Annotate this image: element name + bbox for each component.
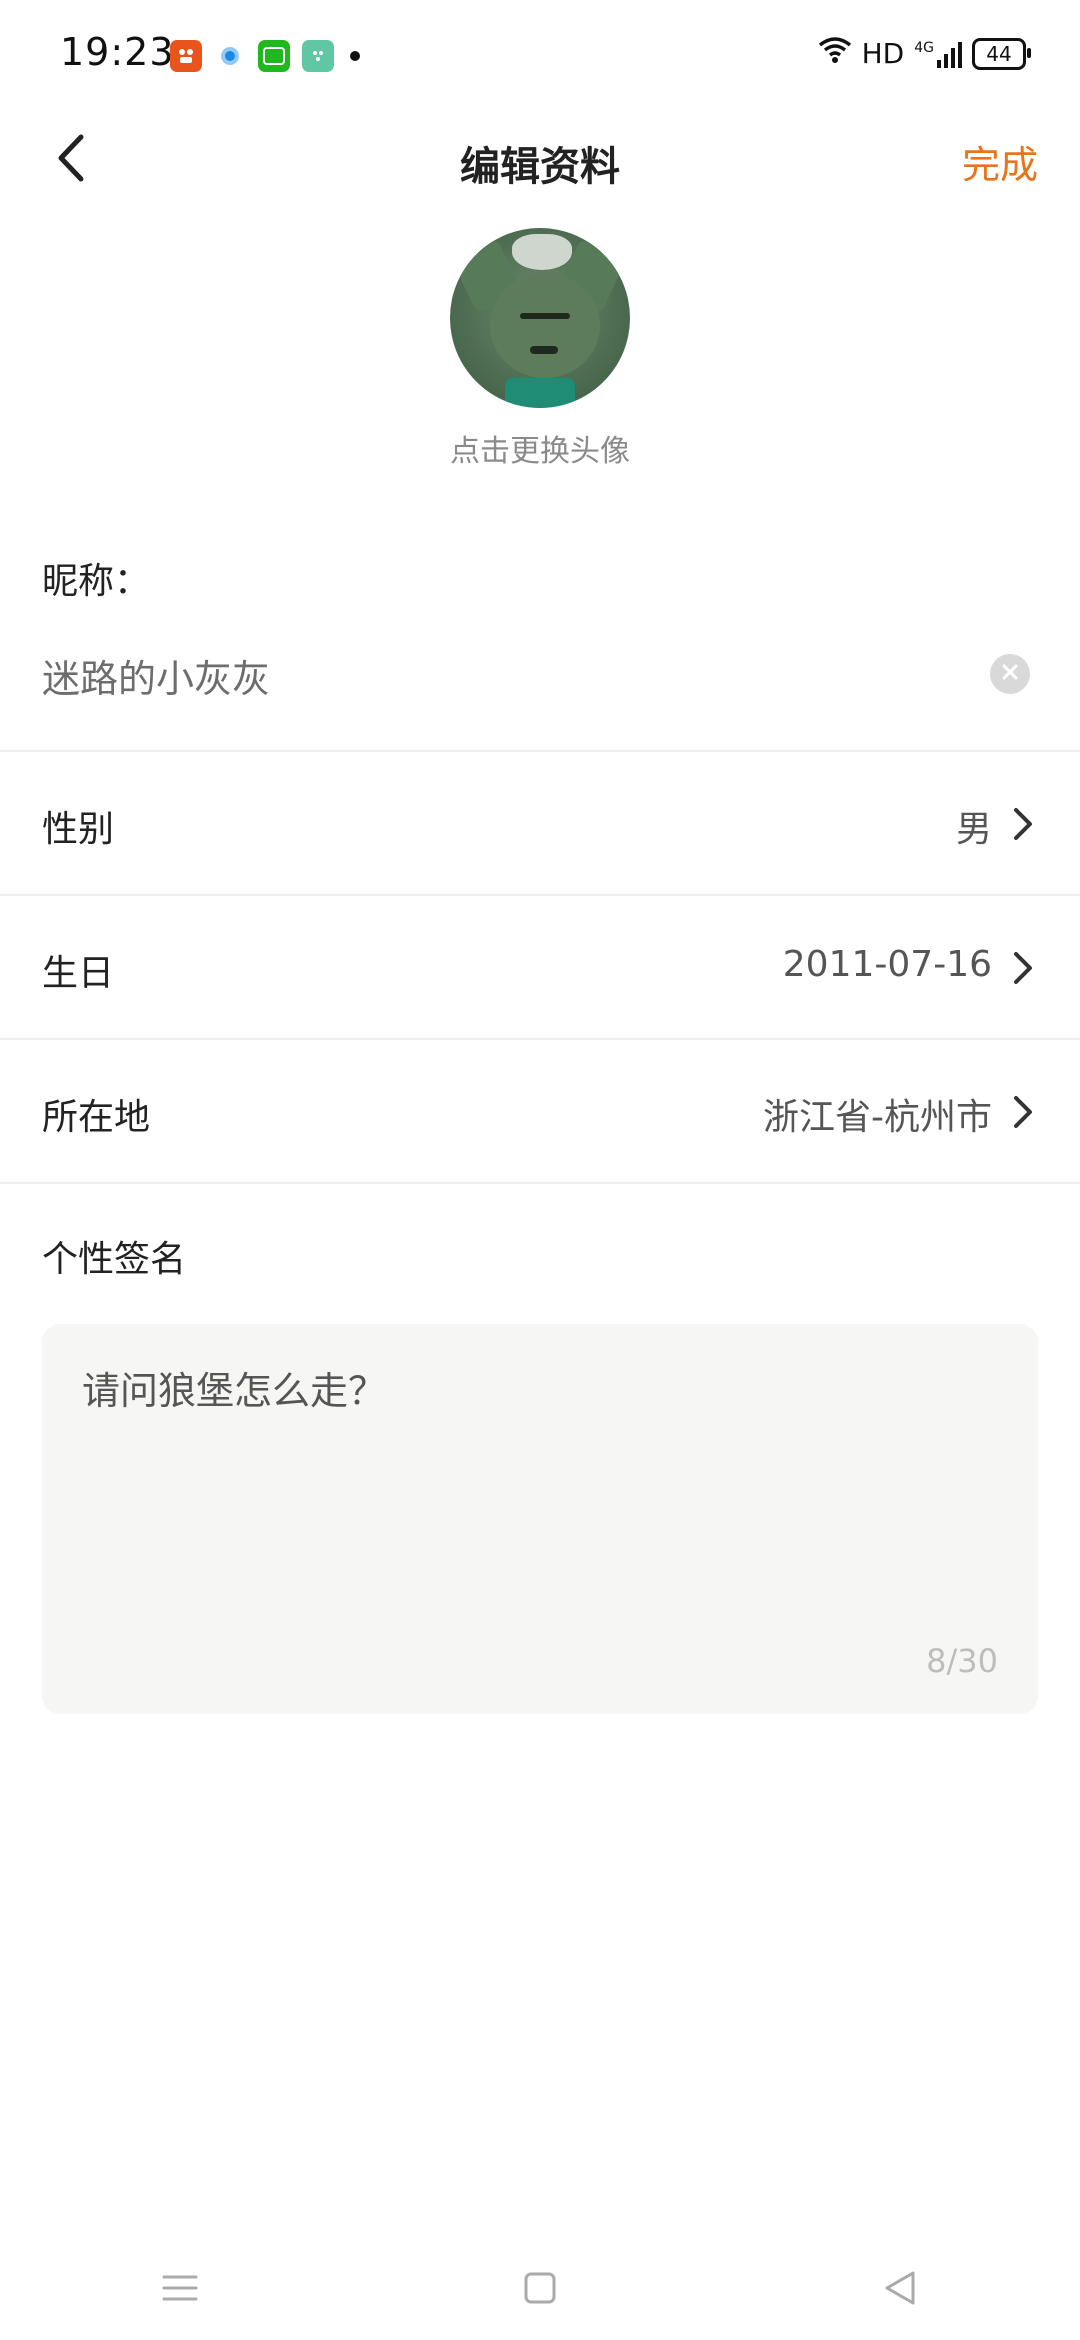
page-title: 编辑资料 [460, 144, 620, 190]
signature-char-count: 8/30 [926, 1642, 998, 1680]
gender-value: 男 [955, 809, 992, 850]
location-value: 浙江省-杭州市 [763, 1097, 992, 1138]
menu-button[interactable] [120, 2250, 240, 2330]
clear-icon [1000, 659, 1020, 689]
clear-nickname-button[interactable] [990, 654, 1030, 694]
system-nav-bar [0, 2240, 1080, 2340]
hd-label: HD [861, 37, 905, 70]
app-icon-iqiyi [258, 40, 290, 72]
location-row[interactable]: 所在地 浙江省-杭州市 [0, 1040, 1080, 1184]
change-avatar-hint[interactable]: 点击更换头像 [0, 426, 1080, 470]
status-indicators: HD 4G 44 [818, 36, 1031, 71]
avatar[interactable] [450, 228, 630, 408]
nickname-label: 昵称： [42, 561, 151, 602]
nickname-input[interactable]: 迷路的小灰灰 [42, 648, 270, 703]
chevron-right-icon [1008, 948, 1038, 988]
signature-text: 请问狼堡怎么走？ [82, 1369, 387, 1413]
app-icon-red [170, 40, 202, 72]
more-notifications-dot [350, 51, 360, 61]
gender-label: 性别 [42, 809, 115, 850]
battery-icon: 44 [972, 37, 1031, 70]
avatar-section: 点击更换头像 [0, 228, 1080, 470]
birthday-row[interactable]: 生日 2011-07-16 [0, 896, 1080, 1040]
home-icon [523, 2271, 557, 2309]
gender-row[interactable]: 性别 男 [0, 752, 1080, 896]
header: 编辑资料 完成 [0, 110, 1080, 240]
chevron-right-icon [1008, 1092, 1038, 1132]
system-back-button[interactable] [840, 2250, 960, 2330]
done-button[interactable]: 完成 [962, 134, 1038, 189]
battery-level: 44 [986, 41, 1012, 66]
signature-textarea[interactable]: 请问狼堡怎么走？ 8/30 [42, 1324, 1038, 1714]
wifi-icon [818, 36, 852, 71]
home-button[interactable] [480, 2250, 600, 2330]
signal-icon: 4G [914, 40, 962, 68]
status-time: 19:23 [60, 30, 175, 74]
app-icon-blue [214, 40, 246, 72]
notification-icons [170, 40, 360, 72]
signature-label: 个性签名 [42, 1239, 187, 1280]
chevron-right-icon [1008, 804, 1038, 844]
birthday-label: 生日 [42, 953, 115, 994]
location-label: 所在地 [42, 1097, 151, 1138]
menu-icon [162, 2273, 198, 2307]
app-icon-teal [302, 40, 334, 72]
back-triangle-icon [883, 2270, 917, 2310]
status-bar: 19:23 HD 4G 44 [0, 0, 1080, 110]
divider [0, 1182, 1080, 1184]
birthday-value: 2011-07-16 [782, 944, 992, 985]
